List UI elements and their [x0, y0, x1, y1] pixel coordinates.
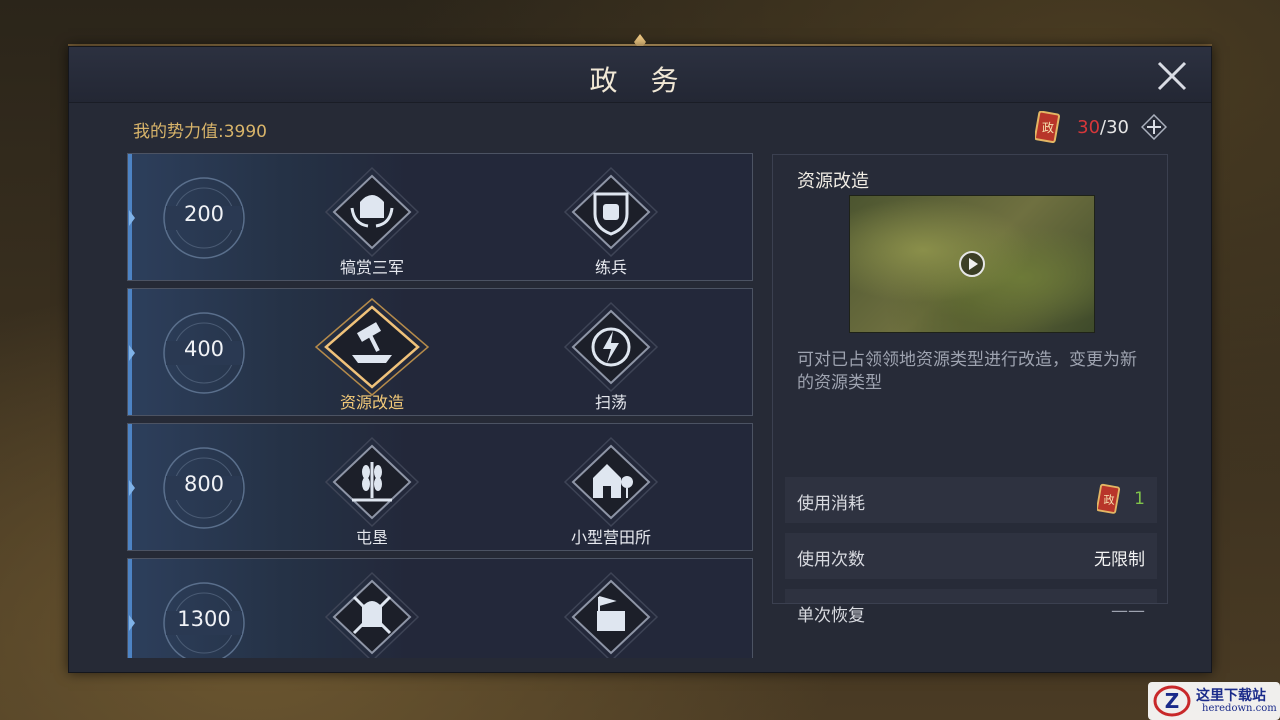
stat-value: 无限制 [1094, 550, 1145, 570]
svg-text:政: 政 [1042, 121, 1054, 135]
skill-reward-army[interactable]: 犒赏三军 [312, 162, 432, 280]
token-max: /30 [1100, 116, 1129, 138]
watermark-url: heredown.com [1202, 703, 1277, 714]
row-arrow-icon [129, 210, 135, 226]
affairs-row: 1300 [127, 558, 753, 658]
skill-farming[interactable]: 屯垦 [312, 432, 432, 550]
detail-panel: 资源改造 可对已占领领地资源类型进行改造，变更为新的资源类型 使用消耗 政 1 … [772, 154, 1168, 626]
stat-label: 使用消耗 [797, 494, 865, 514]
detail-description: 可对已占领领地资源类型进行改造，变更为新的资源类型 [797, 350, 1137, 393]
house-tree-icon [563, 436, 659, 528]
wheat-icon [324, 436, 420, 528]
row-accent-bar [128, 559, 132, 658]
token-count: 30/30 [1077, 117, 1129, 138]
stat-value: 1 [1134, 489, 1145, 509]
title-bar: 政 务 [69, 47, 1211, 103]
site-watermark: Z 这里下载站 heredown.com [1148, 682, 1280, 720]
watermark-title: 这里下载站 [1196, 688, 1266, 704]
preview-video[interactable] [849, 195, 1095, 333]
svg-text:政: 政 [1103, 493, 1114, 507]
affairs-row: 400 资源改造 扫荡 [127, 288, 753, 416]
affairs-panel: 政 务 我的势力值:3990 政 30/30 200 犒赏三军 练兵 400 资… [68, 46, 1212, 673]
skill-label: 扫荡 [594, 393, 627, 412]
token-counter: 政 30/30 [1035, 111, 1167, 143]
affairs-row: 200 犒赏三军 练兵 [127, 153, 753, 281]
stat-uses: 使用次数 无限制 [785, 533, 1157, 579]
skill-label: 练兵 [594, 258, 627, 277]
skill-sweep[interactable]: 扫荡 [551, 297, 671, 415]
affairs-token-icon: 政 [1035, 111, 1061, 143]
cost-value: 1300 [177, 607, 231, 631]
hammer-anvil-icon [314, 298, 430, 396]
stat-label: 使用次数 [797, 550, 865, 570]
cost-value: 800 [183, 472, 225, 496]
svg-text:Z: Z [1165, 689, 1180, 713]
add-token-icon[interactable] [1141, 114, 1167, 140]
site-logo-icon: Z [1153, 685, 1191, 717]
stat-recovery: 单次恢复 —— [785, 589, 1157, 626]
cost-value: 200 [183, 202, 225, 226]
helmet-laurel-icon [324, 166, 420, 258]
skill-label: 资源改造 [339, 393, 404, 412]
close-icon[interactable] [1155, 59, 1189, 93]
skill-row4-left[interactable] [312, 567, 432, 658]
skill-label: 犒赏三军 [339, 258, 404, 277]
power-value-label: 我的势力值:3990 [133, 122, 267, 142]
stat-value: —— [1111, 601, 1145, 621]
affairs-token-icon: 政 [1097, 483, 1121, 514]
affairs-list[interactable]: 200 犒赏三军 练兵 400 资源改造 扫荡 800 屯垦 小型营田所 130… [127, 153, 753, 658]
row-arrow-icon [129, 345, 135, 361]
stat-label: 单次恢复 [797, 606, 865, 626]
panel-title: 政 务 [589, 64, 691, 97]
row-arrow-icon [129, 615, 135, 631]
skill-label: 小型营田所 [570, 528, 651, 547]
token-current: 30 [1077, 116, 1101, 138]
skill-row4-right[interactable] [551, 567, 671, 658]
affairs-row: 800 屯垦 小型营田所 [127, 423, 753, 551]
skill-label: 屯垦 [355, 528, 388, 547]
stat-cost: 使用消耗 政 1 [785, 477, 1157, 523]
row-arrow-icon [129, 480, 135, 496]
resource-pile-icon [563, 571, 659, 658]
fist-shield-icon [563, 166, 659, 258]
skill-resource-transform[interactable]: 资源改造 [312, 297, 432, 415]
lightning-icon [563, 301, 659, 393]
skill-train-troops[interactable]: 练兵 [551, 162, 671, 280]
detail-title: 资源改造 [797, 171, 869, 192]
spartan-helmet-swords-icon [324, 571, 420, 658]
skill-small-farm[interactable]: 小型营田所 [551, 432, 671, 550]
cost-value: 400 [183, 337, 225, 361]
play-icon[interactable] [958, 250, 986, 278]
